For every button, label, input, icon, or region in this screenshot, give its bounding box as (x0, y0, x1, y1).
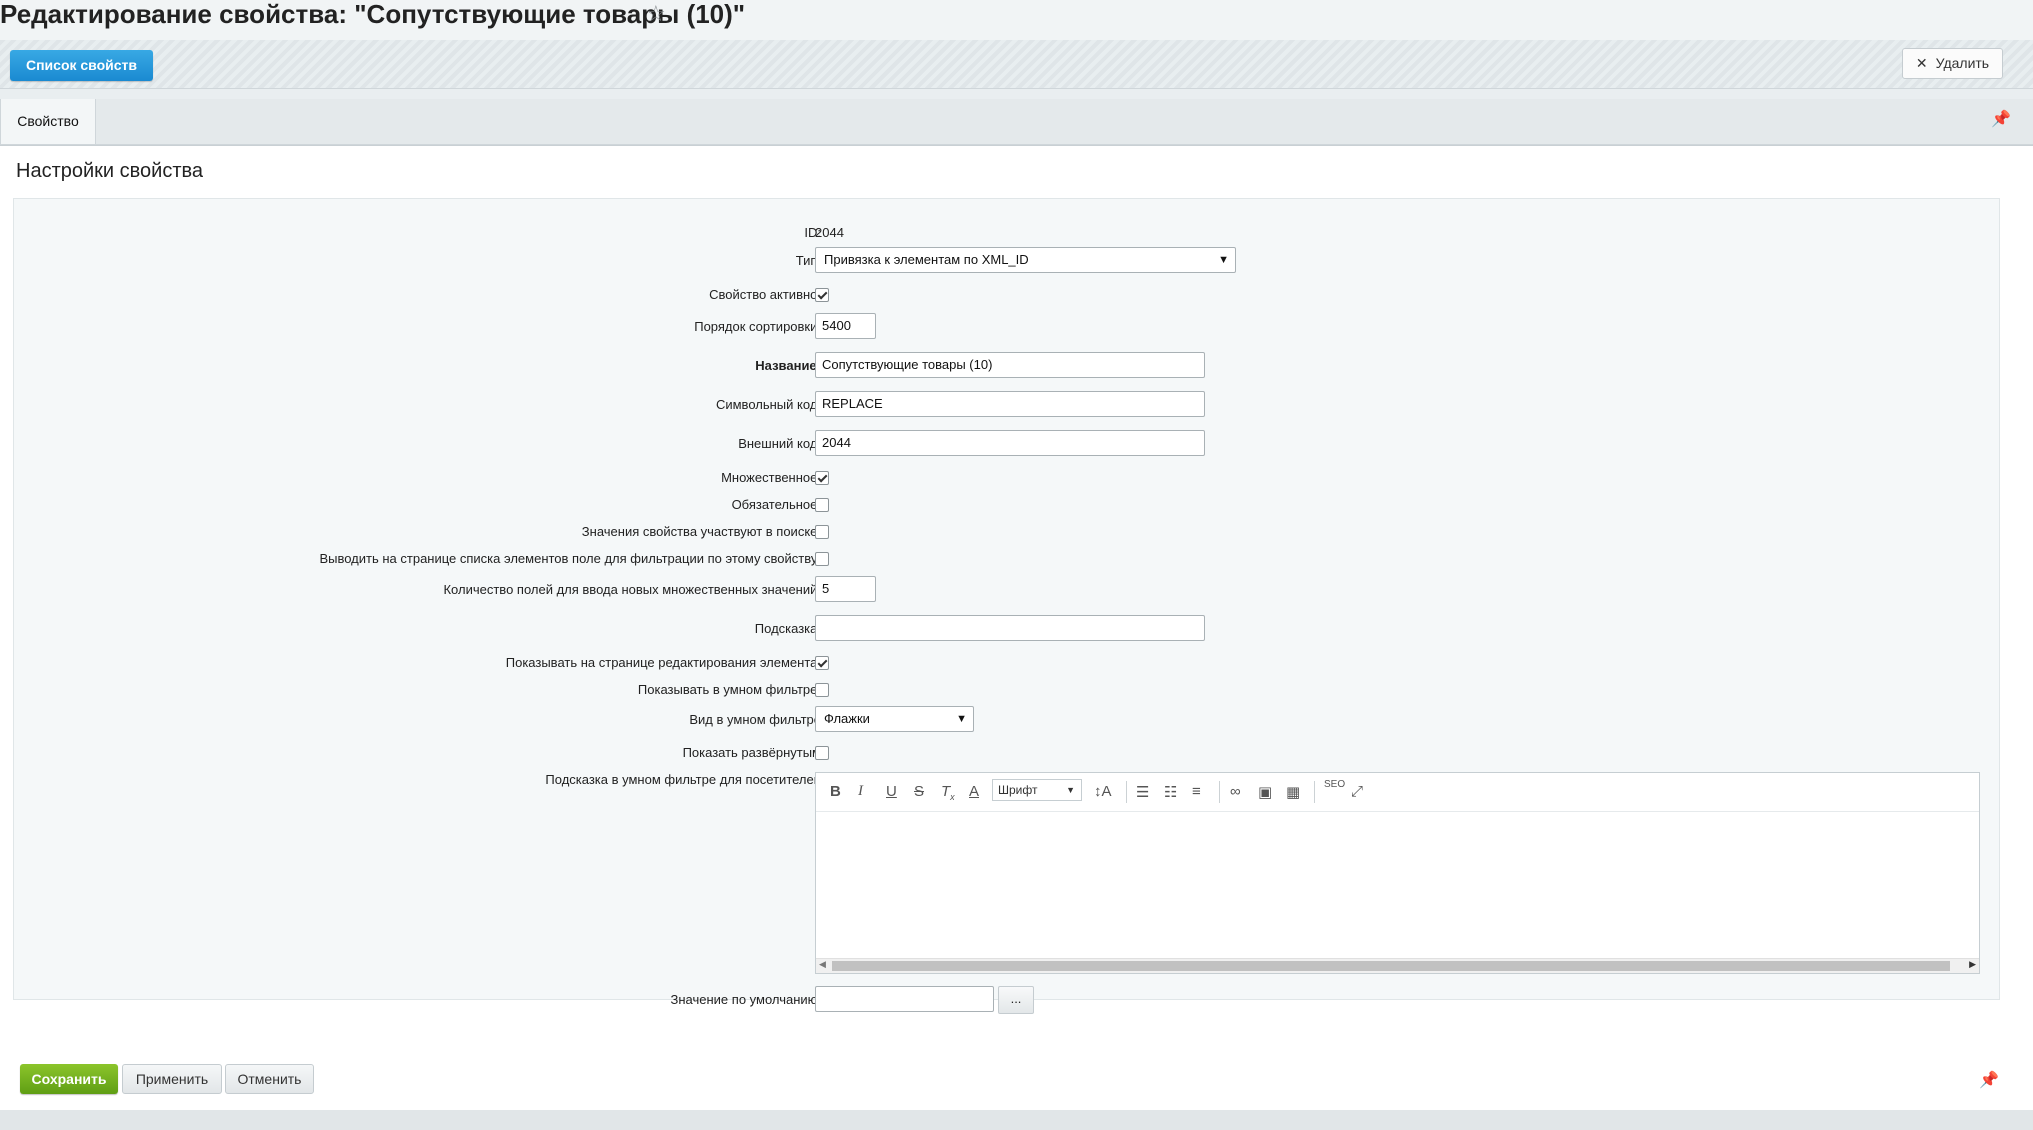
editor-toolbar: B I U S Tx A Шрифт ▼ ↕A ☰ ☷ ≡ ∞ ▣ ▦ SEO … (816, 773, 1979, 812)
link-icon[interactable]: ∞ (1230, 783, 1241, 801)
row-type: Тип: Привязка к элементам по XML_ID ▼ (14, 247, 1999, 273)
row-required: Обязательное: (14, 497, 1999, 512)
toolbar-divider (1126, 781, 1127, 803)
show-edit-checkbox[interactable] (815, 656, 829, 670)
underline-icon[interactable]: U (886, 783, 897, 801)
apply-button[interactable]: Применить (122, 1064, 222, 1094)
scrollbar-thumb[interactable] (832, 961, 1950, 971)
smart-filter-checkbox[interactable] (815, 683, 829, 697)
html-editor[interactable]: B I U S Tx A Шрифт ▼ ↕A ☰ ☷ ≡ ∞ ▣ ▦ SEO … (815, 772, 1980, 974)
smart-filter-label: Показывать в умном фильтре: (637, 682, 821, 697)
name-label: Название: (755, 358, 821, 373)
active-checkbox[interactable] (815, 288, 829, 302)
star-icon[interactable]: ☆ (646, 3, 666, 25)
default-label: Значение по умолчанию: (670, 992, 821, 1007)
row-filter: Выводить на странице списка элементов по… (14, 551, 1999, 566)
multiple-label: Множественное: (721, 470, 821, 485)
image-icon[interactable]: ▣ (1258, 783, 1272, 801)
required-checkbox[interactable] (815, 498, 829, 512)
tab-property[interactable]: Свойство (0, 99, 96, 144)
hint-label: Подсказка: (754, 621, 821, 636)
toolbar-divider (1219, 781, 1220, 803)
text-color-icon[interactable]: A (969, 783, 979, 801)
xml-input[interactable]: 2044 (815, 430, 1205, 456)
chevron-down-icon: ▼ (1218, 254, 1229, 266)
code-label: Символьный код: (715, 397, 821, 412)
sort-input[interactable]: 5400 (815, 313, 876, 339)
search-checkbox[interactable] (815, 525, 829, 539)
id-value: 2044 (815, 225, 844, 240)
multiple-checkbox[interactable] (815, 471, 829, 485)
row-active: Свойство активно: (14, 287, 1999, 302)
font-select-label: Шрифт (998, 783, 1038, 797)
ordered-list-icon[interactable]: ☰ (1136, 783, 1149, 801)
row-smart-filter: Показывать в умном фильтре: (14, 682, 1999, 697)
italic-icon[interactable]: I (858, 783, 863, 801)
hint-input[interactable] (815, 615, 1205, 641)
scroll-right-icon[interactable]: ▶ (1969, 959, 1976, 970)
save-button[interactable]: Сохранить (20, 1064, 118, 1094)
chevron-down-icon: ▼ (956, 713, 967, 725)
expanded-label: Показать развёрнутым (682, 745, 821, 760)
required-label: Обязательное: (731, 497, 821, 512)
filter-label: Выводить на странице списка элементов по… (319, 551, 821, 566)
multi-count-input[interactable]: 5 (815, 576, 876, 602)
type-select-value: Привязка к элементам по XML_ID (824, 252, 1029, 267)
fullscreen-icon[interactable]: ⤢ (1351, 783, 1363, 801)
row-expanded: Показать развёрнутым (14, 745, 1999, 760)
row-show-edit: Показывать на странице редактирования эл… (14, 655, 1999, 670)
close-icon: ✕ (1915, 55, 1928, 71)
page-header: Редактирование свойства: "Сопутствующие … (0, 0, 2033, 40)
expanded-checkbox[interactable] (815, 746, 829, 760)
row-smart-view: Вид в умном фильтре Флажки ▼ (14, 706, 1999, 732)
smart-hint-label: Подсказка в умном фильтре для посетителе… (545, 772, 821, 787)
property-form: ID: 2044 Тип: Привязка к элементам по XM… (13, 198, 2000, 1014)
multi-count-label: Количество полей для ввода новых множест… (443, 582, 821, 597)
xml-label: Внешний код: (738, 436, 821, 451)
search-label: Значения свойства участвуют в поиске: (581, 524, 821, 539)
bold-icon[interactable]: B (830, 783, 841, 801)
editor-scrollbar[interactable]: ◀ ▶ (816, 958, 1979, 973)
filter-checkbox[interactable] (815, 552, 829, 566)
row-multiple: Множественное: (14, 470, 1999, 485)
smart-view-label: Вид в умном фильтре (689, 712, 821, 727)
pin-icon[interactable]: 📌 (1991, 109, 2011, 129)
sort-label: Порядок сортировки: (694, 319, 821, 334)
default-browse-button[interactable]: ... (998, 986, 1034, 1014)
page-title: Редактирование свойства: "Сопутствующие … (0, 0, 746, 29)
tabs-bar: Свойство 📌 (0, 99, 2033, 145)
align-left-icon[interactable]: ≡ (1192, 783, 1201, 801)
active-label: Свойство активно: (709, 287, 821, 302)
chevron-down-icon: ▼ (1066, 785, 1075, 795)
font-select[interactable]: Шрифт ▼ (992, 779, 1082, 801)
main-panel: Настройки свойства ID: 2044 Тип: Привязк… (0, 145, 2033, 1111)
font-size-icon[interactable]: ↕A (1094, 783, 1112, 801)
toolbar: Список свойств ✕ Удалить (0, 40, 2033, 89)
name-input[interactable]: Сопутствующие товары (10) (815, 352, 1205, 378)
default-input[interactable] (815, 986, 994, 1012)
unordered-list-icon[interactable]: ☷ (1164, 783, 1177, 801)
clear-format-icon[interactable]: Tx (941, 783, 955, 802)
bottom-band (0, 1110, 2033, 1130)
smart-view-select[interactable]: Флажки ▼ (815, 706, 974, 732)
toolbar-divider (1314, 781, 1315, 803)
table-icon[interactable]: ▦ (1286, 783, 1300, 801)
strikethrough-icon[interactable]: S (914, 783, 924, 801)
smart-view-value: Флажки (824, 711, 870, 726)
pin-icon[interactable]: 📌 (1979, 1070, 1999, 1090)
delete-button[interactable]: ✕ Удалить (1902, 48, 2003, 79)
type-select[interactable]: Привязка к элементам по XML_ID ▼ (815, 247, 1236, 273)
scroll-left-icon[interactable]: ◀ (819, 959, 826, 970)
code-input[interactable]: REPLACE (815, 391, 1205, 417)
row-search: Значения свойства участвуют в поиске: (14, 524, 1999, 539)
show-edit-label: Показывать на странице редактирования эл… (505, 655, 821, 670)
delete-button-label: Удалить (1935, 55, 1990, 71)
section-title: Настройки свойства (16, 160, 204, 182)
cancel-button[interactable]: Отменить (225, 1064, 314, 1094)
property-list-button[interactable]: Список свойств (10, 50, 153, 81)
seo-icon[interactable]: SEO (1324, 779, 1345, 797)
